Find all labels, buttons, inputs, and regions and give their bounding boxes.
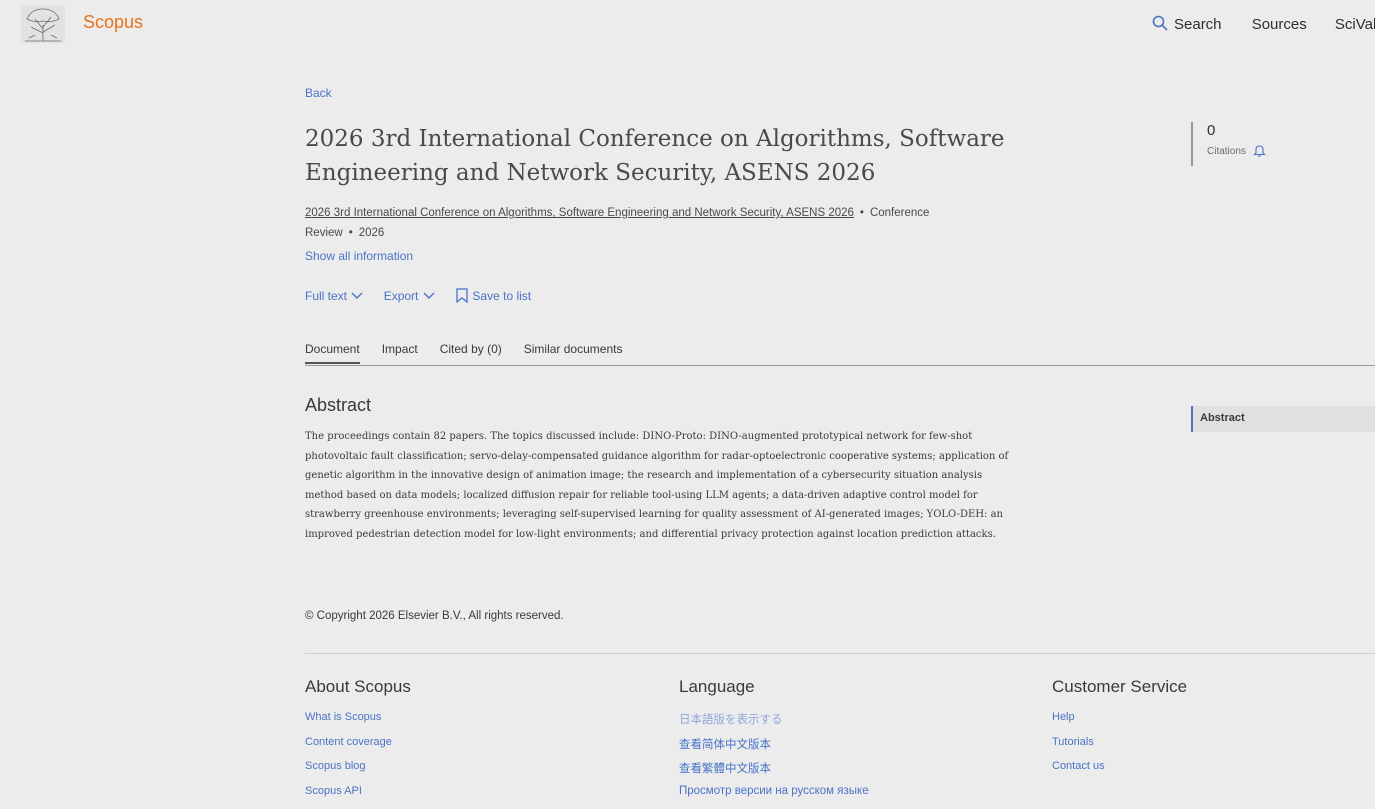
copyright-notice: © Copyright 2026 Elsevier B.V., All righ… [305, 610, 564, 622]
bell-icon[interactable] [1253, 144, 1266, 157]
source-title-link[interactable]: 2026 3rd International Conference on Alg… [305, 207, 854, 219]
footer-link-contact-us[interactable]: Contact us [1052, 760, 1187, 785]
footer-link-simplified-chinese[interactable]: 查看简体中文版本 [679, 736, 869, 761]
nav-sources[interactable]: Sources [1252, 16, 1307, 33]
document-actions: Full text Export Save to list [305, 288, 547, 303]
tab-cited-by[interactable]: Cited by (0) [440, 342, 502, 362]
elsevier-logo-icon[interactable] [21, 5, 65, 43]
save-to-list-label: Save to list [472, 289, 531, 303]
footer-link-scopus-api[interactable]: Scopus API [305, 785, 411, 809]
footer-about-column: About Scopus What is Scopus Content cove… [305, 677, 411, 809]
nav-search-label: Search [1174, 16, 1222, 33]
document-tabs: Document Impact Cited by (0) Similar docume… [305, 342, 1375, 366]
chevron-down-icon [422, 289, 436, 303]
footer-service-heading: Customer Service [1052, 677, 1187, 697]
footer-link-traditional-chinese[interactable]: 查看繁體中文版本 [679, 760, 869, 785]
citation-count: 0 [1207, 122, 1266, 139]
citations-label: Citations [1207, 146, 1246, 157]
bookmark-icon [455, 288, 469, 303]
show-all-information-link[interactable]: Show all information [305, 249, 413, 263]
toc-item-abstract[interactable]: Abstract [1191, 406, 1375, 432]
tab-document[interactable]: Document [305, 342, 360, 364]
document-meta: 2026 3rd International Conference on Alg… [305, 203, 995, 243]
footer-language-heading: Language [679, 677, 869, 697]
abstract-heading: Abstract [305, 395, 371, 416]
footer-link-scopus-blog[interactable]: Scopus blog [305, 760, 411, 785]
export-label: Export [384, 289, 419, 303]
nav-scival[interactable]: SciVal ↗ [1335, 15, 1375, 33]
footer-link-content-coverage[interactable]: Content coverage [305, 736, 411, 761]
footer-link-japanese[interactable]: 日本語版を表示する [679, 711, 869, 736]
separator-dot: • [349, 227, 353, 239]
tab-similar-documents[interactable]: Similar documents [524, 342, 623, 362]
separator-dot: • [860, 207, 864, 219]
back-link[interactable]: Back [305, 86, 332, 100]
footer-link-what-is-scopus[interactable]: What is Scopus [305, 711, 411, 736]
citations-label-row: Citations [1207, 144, 1266, 157]
nav-search[interactable]: Search [1152, 15, 1222, 33]
export-button[interactable]: Export [384, 289, 436, 303]
brand-name[interactable]: Scopus [83, 12, 143, 33]
document-title: 2026 3rd International Conference on Alg… [305, 122, 1025, 190]
top-bar: Scopus Search Sources SciVal ↗ [0, 0, 1375, 48]
abstract-text: The proceedings contain 82 papers. The t… [305, 427, 1010, 544]
footer-link-help[interactable]: Help [1052, 711, 1187, 736]
full-text-label: Full text [305, 289, 347, 303]
footer-language-column: Language 日本語版を表示する 查看简体中文版本 查看繁體中文版本 Про… [679, 677, 869, 809]
save-to-list-button[interactable]: Save to list [455, 288, 531, 303]
footer-link-russian[interactable]: Просмотр версии на русском языке [679, 785, 869, 809]
footer-about-heading: About Scopus [305, 677, 411, 697]
document-year: 2026 [359, 227, 385, 239]
footer-service-column: Customer Service Help Tutorials Contact … [1052, 677, 1187, 785]
chevron-down-icon [350, 289, 364, 303]
search-icon [1152, 15, 1168, 31]
footer-link-tutorials[interactable]: Tutorials [1052, 736, 1187, 761]
footer-divider [305, 653, 1375, 654]
full-text-button[interactable]: Full text [305, 289, 364, 303]
citations-panel: 0 Citations [1191, 122, 1266, 166]
tab-impact[interactable]: Impact [382, 342, 418, 362]
top-nav: Search Sources SciVal ↗ [1152, 15, 1375, 33]
